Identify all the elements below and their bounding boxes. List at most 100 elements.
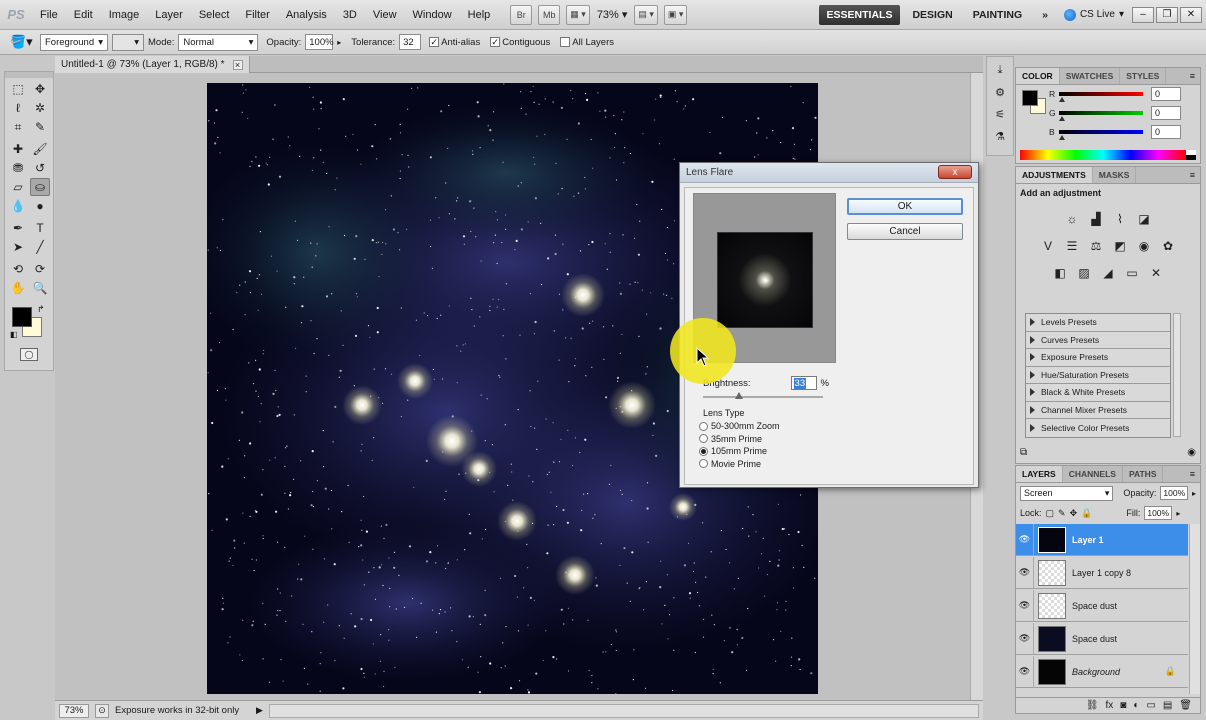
fill-input[interactable]: 100% [1144, 506, 1173, 520]
tab-adjustments[interactable]: ADJUSTMENTS [1016, 167, 1093, 183]
clone-source-panel-icon[interactable]: ⚗ [989, 127, 1011, 145]
preset-channel-mixer[interactable]: Channel Mixer Presets [1026, 402, 1170, 419]
blue-value-input[interactable]: 0 [1151, 125, 1181, 139]
blur-tool-icon[interactable]: 💧 [8, 197, 28, 215]
photo-filter-icon[interactable]: ◉ [1135, 237, 1153, 255]
presets-scrollbar[interactable] [1173, 313, 1181, 437]
new-layer-icon[interactable]: ▤ [1163, 700, 1172, 711]
more-workspaces-button[interactable]: » [1034, 5, 1056, 25]
status-zoom-field[interactable]: 73% [59, 703, 89, 718]
antialias-checkbox[interactable]: ✓ Anti-alias [429, 37, 480, 48]
pattern-picker[interactable]: ▾ [112, 33, 144, 51]
marquee-tool-icon[interactable]: ⬚ [8, 80, 28, 98]
layer-row[interactable]: 👁 Background 🔒 [1016, 655, 1188, 688]
vibrance-icon[interactable]: V [1039, 237, 1057, 255]
dialog-title[interactable]: Lens Flare [680, 163, 978, 183]
eyedropper-tool-icon[interactable]: ✎ [30, 118, 50, 136]
preset-curves[interactable]: Curves Presets [1026, 332, 1170, 349]
black-white-ramp[interactable] [1186, 150, 1196, 160]
document-tab[interactable]: Untitled-1 @ 73% (Layer 1, RGB/8) * × [55, 56, 250, 73]
menu-window[interactable]: Window [405, 0, 460, 30]
status-menu-arrow-icon[interactable]: ▶ [256, 705, 263, 716]
lasso-tool-icon[interactable]: ℓ [8, 99, 28, 117]
path-selection-tool-icon[interactable]: ➤ [8, 238, 28, 256]
menu-file[interactable]: File [32, 0, 66, 30]
visibility-toggle-icon[interactable]: ◉ [1187, 447, 1196, 461]
menu-analysis[interactable]: Analysis [278, 0, 335, 30]
zoom-level[interactable]: 73% ▾ [593, 8, 632, 22]
screen-mode-button[interactable]: ▣ ▾ [663, 4, 688, 25]
maximize-button[interactable]: ❐ [1156, 6, 1178, 23]
layer-row[interactable]: 👁 Space dust [1016, 589, 1188, 622]
opacity-input[interactable]: 100% [305, 34, 334, 50]
eye-icon[interactable]: 👁 [1016, 622, 1034, 655]
view-extras-button[interactable]: ▦ ▾ [566, 4, 590, 25]
threshold-icon[interactable]: ◢ [1099, 264, 1117, 282]
hand-tool-icon[interactable]: ✋ [8, 279, 28, 297]
3d-orbit-tool-icon[interactable]: ⟳ [30, 260, 50, 278]
eye-icon[interactable]: 👁 [1016, 589, 1034, 622]
slider-thumb-icon[interactable] [1059, 96, 1065, 102]
menu-edit[interactable]: Edit [66, 0, 101, 30]
clip-to-layer-icon[interactable]: ⧉ [1020, 447, 1027, 461]
lock-transparency-icon[interactable]: ▢ [1046, 508, 1055, 519]
menu-image[interactable]: Image [101, 0, 148, 30]
menu-view[interactable]: View [365, 0, 405, 30]
paint-bucket-tool-icon[interactable]: ⛀ [30, 178, 50, 196]
preset-levels[interactable]: Levels Presets [1026, 314, 1170, 332]
red-slider[interactable] [1059, 92, 1143, 96]
preset-exposure[interactable]: Exposure Presets [1026, 349, 1170, 367]
tab-layers[interactable]: LAYERS [1016, 466, 1063, 482]
layers-scrollbar[interactable] [1189, 524, 1200, 694]
ok-button[interactable]: OK [847, 198, 963, 215]
gradient-map-icon[interactable]: ▭ [1123, 264, 1141, 282]
layer-row[interactable]: 👁 Space dust [1016, 622, 1188, 655]
history-panel-icon[interactable]: ⤓ [989, 61, 1011, 79]
move-tool-icon[interactable]: ✥ [30, 80, 50, 98]
lens-option-movie-prime[interactable]: Movie Prime [699, 458, 844, 471]
new-adjustment-layer-icon[interactable]: ◐ [1133, 700, 1139, 711]
lens-option-35mm[interactable]: 35mm Prime [699, 433, 844, 446]
lens-option-50-300mm[interactable]: 50-300mm Zoom [699, 420, 844, 433]
green-value-input[interactable]: 0 [1151, 106, 1181, 120]
line-tool-icon[interactable]: ╱ [30, 238, 50, 256]
flare-center-crosshair-icon[interactable]: + [761, 276, 771, 286]
hue-saturation-icon[interactable]: ☰ [1063, 237, 1081, 255]
close-tab-icon[interactable]: × [232, 59, 243, 70]
quick-select-tool-icon[interactable]: ✲ [30, 99, 50, 117]
tab-styles[interactable]: STYLES [1120, 68, 1167, 84]
dodge-tool-icon[interactable]: ● [30, 197, 50, 215]
flare-preview-image[interactable]: + [717, 232, 813, 328]
chevron-right-icon[interactable]: ▸ [1176, 509, 1180, 518]
lock-all-icon[interactable]: 🔒 [1081, 508, 1092, 519]
default-colors-icon[interactable]: ◧ [10, 330, 18, 339]
delete-layer-icon[interactable]: 🗑 [1179, 700, 1192, 711]
healing-brush-tool-icon[interactable]: ✚ [8, 140, 28, 158]
new-group-icon[interactable]: ▭ [1146, 700, 1155, 711]
chevron-right-icon[interactable]: ▸ [337, 38, 341, 47]
menu-layer[interactable]: Layer [147, 0, 191, 30]
add-mask-icon[interactable]: ◙ [1120, 700, 1126, 711]
slider-thumb-icon[interactable] [735, 392, 743, 399]
exposure-icon[interactable]: ◪ [1135, 210, 1153, 228]
eye-icon[interactable]: 👁 [1016, 523, 1034, 556]
crop-tool-icon[interactable]: ⌗ [8, 118, 28, 136]
brightness-input[interactable]: 33 [790, 376, 817, 390]
close-window-button[interactable]: ✕ [1180, 6, 1202, 23]
bridge-button[interactable]: Br [510, 4, 533, 25]
color-foreground-swatch[interactable] [1022, 90, 1038, 106]
toolbox-grip[interactable] [5, 72, 53, 78]
eraser-tool-icon[interactable]: ▱ [8, 178, 28, 196]
clone-stamp-tool-icon[interactable]: ⛃ [8, 159, 28, 177]
blend-mode-select[interactable]: Screen ▾ [1020, 485, 1114, 501]
preset-selective-color[interactable]: Selective Color Presets [1026, 419, 1170, 437]
panel-menu-icon[interactable]: ≡ [1185, 167, 1200, 183]
3d-rotate-tool-icon[interactable]: ⟲ [8, 260, 28, 278]
green-slider[interactable] [1059, 111, 1143, 115]
all-layers-checkbox[interactable]: All Layers [560, 37, 614, 48]
selective-color-icon[interactable]: ✕ [1147, 264, 1165, 282]
slider-thumb-icon[interactable] [1059, 115, 1065, 121]
link-layers-icon[interactable]: ⛓ [1086, 700, 1099, 711]
tab-masks[interactable]: MASKS [1093, 167, 1137, 183]
lock-position-icon[interactable]: ✥ [1070, 508, 1078, 519]
